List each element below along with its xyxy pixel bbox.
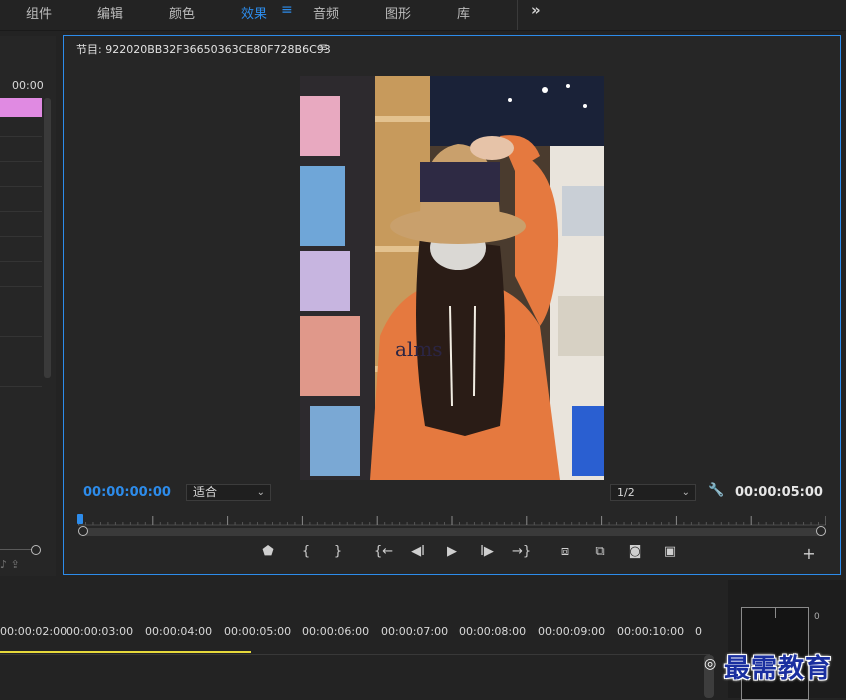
current-timecode[interactable]: 00:00:00:00 bbox=[83, 485, 171, 500]
left-timecode: 00:00 bbox=[12, 79, 44, 92]
tab-audio[interactable]: 音频 bbox=[313, 3, 339, 22]
zoom-left-handle[interactable] bbox=[78, 526, 88, 536]
lift-icon[interactable]: ⧈ bbox=[556, 544, 574, 559]
zoom-scrollbar[interactable] bbox=[78, 526, 826, 536]
comparison-view-icon[interactable]: ▣ bbox=[661, 544, 679, 559]
go-to-in-icon[interactable]: {← bbox=[374, 544, 393, 559]
track-row bbox=[0, 336, 42, 337]
export-frame-icon[interactable]: ◙ bbox=[626, 544, 644, 559]
divider bbox=[0, 654, 710, 655]
playhead[interactable] bbox=[77, 514, 83, 524]
tab-libraries[interactable]: 库 bbox=[457, 3, 470, 22]
extract-icon[interactable]: ⧉ bbox=[591, 544, 609, 559]
track-row bbox=[0, 161, 42, 162]
watermark-symbol-icon: ◎ bbox=[704, 656, 717, 672]
play-icon[interactable]: ▶ bbox=[443, 544, 461, 559]
svg-text:alms: alms bbox=[395, 337, 443, 361]
zoom-track bbox=[0, 549, 32, 550]
resolution-value: 1/2 bbox=[617, 486, 635, 499]
work-area-bar[interactable] bbox=[0, 651, 251, 653]
mark-out-icon[interactable]: } bbox=[329, 544, 347, 559]
chevron-down-icon: ⌄ bbox=[256, 487, 265, 498]
time-tick: 00:00:07:00 bbox=[381, 625, 449, 638]
time-tick: 00:00:06:00 bbox=[302, 625, 370, 638]
step-back-icon[interactable]: ◀I bbox=[409, 544, 427, 559]
zoom-fit-value: 适合 bbox=[193, 485, 218, 499]
time-tick: 00:00:04:00 bbox=[145, 625, 213, 638]
watermark: 最需教育 bbox=[724, 654, 833, 684]
zoom-handle[interactable] bbox=[31, 545, 41, 555]
tab-assembly[interactable]: 组件 bbox=[26, 3, 52, 22]
tab-graphics[interactable]: 图形 bbox=[385, 3, 411, 22]
resolution-select[interactable]: 1/2 ⌄ bbox=[610, 484, 696, 501]
tab-effects[interactable]: 效果 bbox=[241, 3, 267, 22]
track-row bbox=[0, 386, 42, 387]
track-row bbox=[0, 261, 42, 262]
track-row bbox=[0, 186, 42, 187]
marker-icon[interactable]: ⬟ bbox=[259, 544, 277, 559]
chevron-down-icon: ⌄ bbox=[681, 487, 690, 498]
time-tick: 00:00:08:00 bbox=[459, 625, 527, 638]
time-tick: 00:00:03:00 bbox=[66, 625, 134, 638]
time-tick: 00:00:09:00 bbox=[538, 625, 606, 638]
time-ruler[interactable] bbox=[78, 514, 826, 526]
zoom-fit-select[interactable]: 适合 ⌄ bbox=[186, 484, 271, 501]
timeline-clip[interactable] bbox=[0, 98, 42, 117]
tab-menu-icon[interactable]: ≡ bbox=[281, 2, 293, 18]
add-button-icon[interactable]: + bbox=[800, 544, 818, 563]
tab-editing[interactable]: 编辑 bbox=[97, 3, 123, 22]
meter-scale-label: 0 bbox=[814, 612, 820, 622]
left-panel: 00:00 ♪ ⇪ bbox=[0, 36, 56, 576]
monitor-title: 节目: 922020BB32F36650363CE80F728B6C93 bbox=[76, 43, 331, 56]
panel-menu-icon[interactable]: ≡ bbox=[318, 40, 328, 54]
track-row bbox=[0, 236, 42, 237]
divider bbox=[775, 608, 776, 618]
program-monitor: 节目: 922020BB32F36650363CE80F728B6C93 ≡ a… bbox=[63, 35, 841, 575]
mark-in-icon[interactable]: { bbox=[297, 544, 315, 559]
workspace-bar: 组件 编辑 颜色 效果 ≡ 音频 图形 库 » bbox=[0, 0, 846, 31]
video-image: alms bbox=[300, 76, 604, 480]
transport-controls: ⬟ { } {← ◀I ▶ I▶ →} ⧈ ⧉ ◙ ▣ + bbox=[64, 544, 842, 568]
wrench-icon[interactable]: 🔧 bbox=[708, 483, 724, 498]
time-tick: 00:00:10:00 bbox=[617, 625, 685, 638]
track-row bbox=[0, 136, 42, 137]
video-frame: alms bbox=[300, 76, 604, 480]
divider bbox=[517, 0, 518, 30]
time-tick: 00:00:05:00 bbox=[224, 625, 292, 638]
time-tick: 0 bbox=[695, 625, 702, 638]
more-workspaces-icon[interactable]: » bbox=[531, 1, 541, 19]
zoom-right-handle[interactable] bbox=[816, 526, 826, 536]
track-row bbox=[0, 211, 42, 212]
vertical-scrollbar[interactable] bbox=[44, 98, 51, 378]
track-row bbox=[0, 286, 42, 287]
panel-tool-icons[interactable]: ♪ ⇪ bbox=[0, 558, 20, 571]
tab-color[interactable]: 颜色 bbox=[169, 3, 195, 22]
duration-timecode: 00:00:05:00 bbox=[735, 485, 823, 500]
step-forward-icon[interactable]: I▶ bbox=[478, 544, 496, 559]
timeline-panel bbox=[0, 580, 726, 698]
time-tick: 00:00:02:00 bbox=[0, 625, 68, 638]
go-to-out-icon[interactable]: →} bbox=[512, 544, 531, 559]
